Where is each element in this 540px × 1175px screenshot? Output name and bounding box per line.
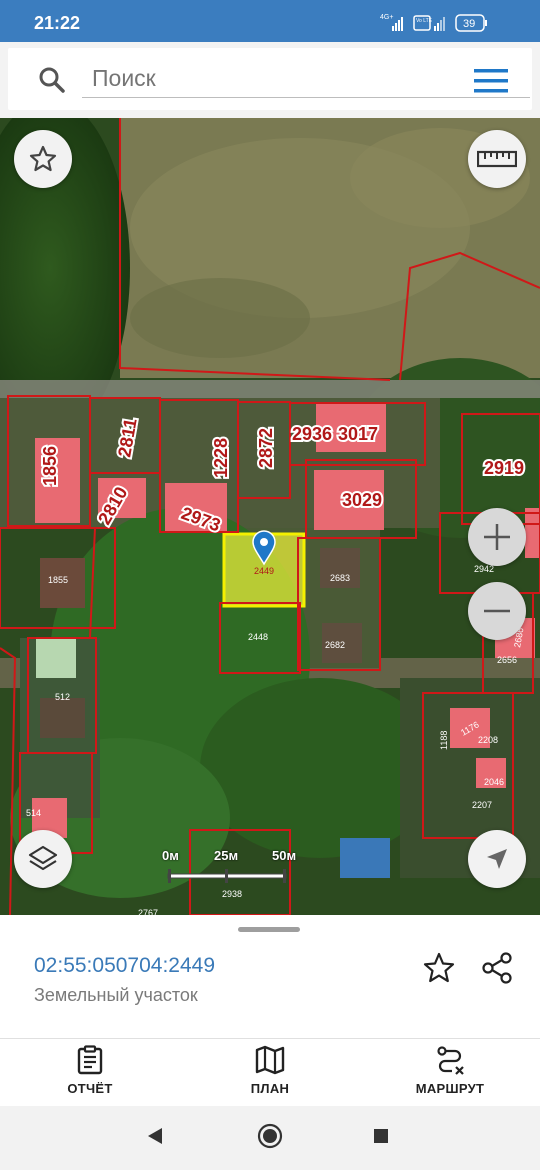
- parcel-label-2872: 2872: [256, 428, 276, 468]
- system-nav-bar: [0, 1106, 540, 1170]
- parcel-label-2448: 2448: [248, 632, 268, 642]
- nav-plan[interactable]: ПЛАН: [200, 1045, 340, 1103]
- nav-route-label: МАРШРУТ: [415, 1081, 485, 1096]
- home-icon[interactable]: [257, 1123, 283, 1149]
- parcel-label-2682: 2682: [325, 640, 345, 650]
- zoom-out-button[interactable]: [468, 582, 526, 640]
- nav-report[interactable]: ОТЧЁТ: [20, 1045, 160, 1103]
- parcel-label-1228: 1228: [211, 438, 231, 478]
- scale-line: [167, 869, 287, 883]
- zoom-in-button[interactable]: [468, 508, 526, 566]
- parcel-label-2207: 2207: [472, 800, 492, 810]
- status-icons: 4G+ Vo LTE 39: [380, 12, 510, 34]
- parcel-label-3029: 3029: [342, 490, 382, 510]
- ruler-icon: [477, 150, 517, 168]
- selected-parcel-label: 2449: [254, 566, 274, 576]
- share-icon[interactable]: [480, 951, 514, 985]
- parcel-label-2208: 2208: [478, 735, 498, 745]
- back-icon[interactable]: [148, 1128, 162, 1144]
- star-outline-icon[interactable]: [422, 951, 456, 985]
- parcel-label-2919: 2919: [484, 458, 524, 478]
- volte-tag: Vo LTE: [416, 18, 433, 24]
- navigation-arrow-icon: [487, 849, 507, 869]
- parcel-label-514: 514: [26, 808, 41, 818]
- parcel-label-3017: 3017: [338, 424, 378, 444]
- status-time: 21:22: [34, 13, 81, 33]
- object-type: Земельный участок: [34, 985, 198, 1005]
- parcel-label-1855: 1855: [48, 575, 68, 585]
- parcel-label-2046: 2046: [484, 777, 504, 787]
- scale-label-2: 50м: [272, 848, 297, 863]
- parcel-label-2938: 2938: [222, 889, 242, 899]
- signal-icon: [392, 17, 403, 31]
- nav-plan-label: ПЛАН: [250, 1081, 290, 1096]
- nav-report-label: ОТЧЁТ: [67, 1081, 113, 1096]
- layers-icon: [28, 845, 58, 871]
- status-bar: 21:22 4G+ Vo LTE 39: [0, 0, 540, 42]
- plus-icon: [484, 524, 510, 550]
- favorite-button[interactable]: [14, 130, 72, 188]
- minus-icon: [484, 609, 510, 613]
- nav-route[interactable]: МАРШРУТ: [380, 1045, 520, 1103]
- map-fold-icon: [255, 1045, 285, 1075]
- ruler-button[interactable]: [468, 130, 526, 188]
- parcel-label-1188: 1188: [439, 731, 449, 750]
- parcel-label-2683: 2683: [330, 573, 350, 583]
- battery-icon: 39: [455, 14, 487, 32]
- recents-icon[interactable]: [374, 1129, 388, 1143]
- parcel-label-2656: 2656: [497, 655, 517, 665]
- parcel-info-sheet[interactable]: 02:55:050704:2449 Земельный участок: [0, 915, 540, 1037]
- search-bar: [8, 48, 532, 110]
- parcel-label-512: 512: [55, 692, 70, 702]
- scale-label-1: 25м: [214, 848, 239, 863]
- search-icon[interactable]: [38, 66, 66, 94]
- parcel-label-1856: 1856: [40, 446, 60, 486]
- search-area: [0, 42, 540, 118]
- menu-icon[interactable]: [474, 68, 508, 94]
- parcel-label-2936: 2936: [292, 424, 332, 444]
- star-outline-icon: [29, 145, 57, 172]
- scale-label-0: 0м: [162, 848, 179, 863]
- satellite-map[interactable]: 1856 2811 1228 2872 2936 3017 2919 2810 …: [0, 118, 540, 915]
- layers-button[interactable]: [14, 830, 72, 888]
- cadastral-number[interactable]: 02:55:050704:2449: [34, 954, 215, 978]
- scale-bar: 0м 25м 50м: [162, 848, 302, 888]
- map-view[interactable]: 1856 2811 1228 2872 2936 3017 2919 2810 …: [0, 118, 540, 915]
- signal-icon-2: [434, 17, 445, 31]
- bottom-nav: ОТЧЁТ ПЛАН МАРШРУТ: [0, 1038, 540, 1107]
- signal-tag: 4G+: [380, 14, 393, 21]
- battery-level: 39: [463, 18, 475, 30]
- clipboard-icon: [77, 1045, 103, 1075]
- parcel-label-2767: 2767: [138, 908, 158, 915]
- my-location-button[interactable]: [468, 830, 526, 888]
- search-input[interactable]: [82, 60, 530, 98]
- sheet-drag-handle[interactable]: [238, 927, 300, 932]
- route-icon: [437, 1046, 464, 1075]
